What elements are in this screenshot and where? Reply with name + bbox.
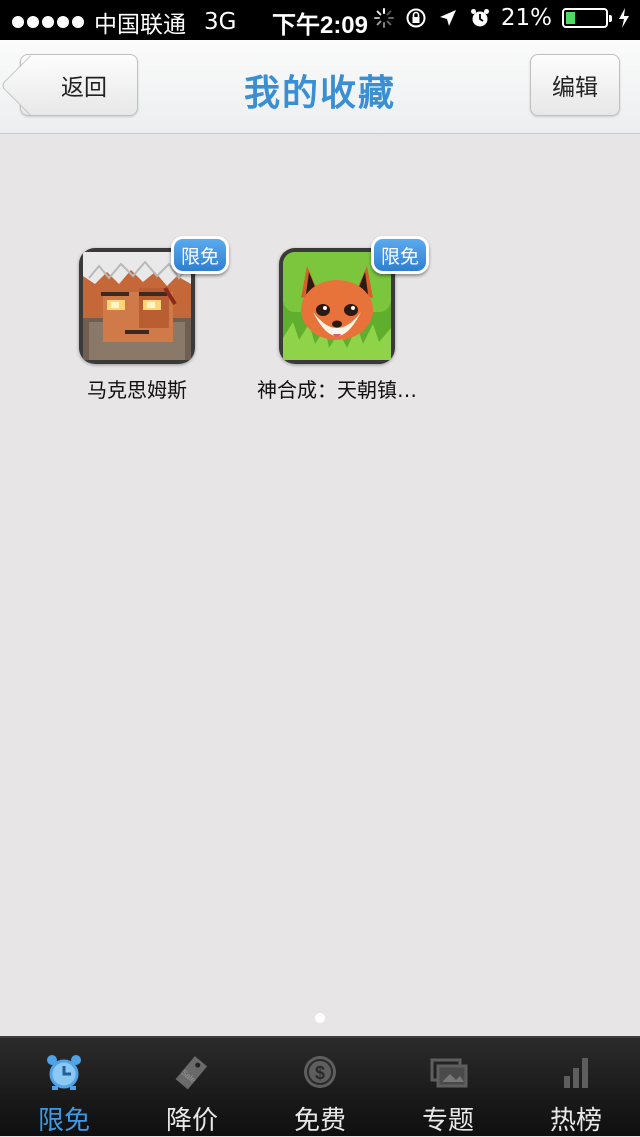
- battery-percent: 21%: [500, 5, 552, 31]
- alarm-icon: [470, 9, 489, 27]
- tab-bar: 限免 Sale 降价 $ 免费 专题 热榜: [0, 1036, 640, 1136]
- back-button-label: 返回: [61, 75, 107, 101]
- free-limited-badge: 限免: [171, 236, 229, 274]
- battery-icon: [562, 8, 612, 28]
- alarm-clock-icon: [47, 1055, 81, 1090]
- navigation-bar: 返回 我的收藏 编辑: [0, 40, 640, 134]
- activity-spinner-icon: [373, 8, 394, 28]
- free-limited-badge: 限免: [371, 236, 429, 274]
- charging-bolt-icon: [619, 8, 629, 28]
- tab-label: 免费: [293, 1106, 346, 1136]
- tab-label: 限免: [37, 1106, 90, 1136]
- topics-icon: [430, 1058, 468, 1088]
- tab-topics[interactable]: 专题: [384, 1038, 512, 1136]
- status-bar: 中国联通 3G 下午2:09 21%: [0, 0, 640, 40]
- app-name: 神合成：天朝镇…: [257, 378, 417, 402]
- sale-tag-icon: Sale: [175, 1056, 208, 1090]
- rotation-lock-icon: [406, 8, 426, 28]
- bar-chart-icon: [564, 1058, 588, 1088]
- tab-label: 降价: [165, 1106, 218, 1136]
- dollar-coin-icon: $: [304, 1056, 336, 1088]
- page-indicator-dot: [315, 1013, 325, 1023]
- tab-price-drop[interactable]: Sale 降价: [128, 1038, 256, 1136]
- app-name: 马克思姆斯: [87, 378, 187, 402]
- svg-text:$: $: [315, 1063, 325, 1083]
- tab-label: 热榜: [549, 1106, 602, 1136]
- location-arrow-icon: [439, 10, 456, 26]
- tab-label: 专题: [421, 1106, 474, 1136]
- edit-button-label: 编辑: [552, 75, 598, 101]
- edit-button[interactable]: 编辑: [530, 54, 620, 116]
- favorite-app-item[interactable]: 限免 神合成：天朝镇…: [237, 236, 437, 403]
- tab-free[interactable]: $ 免费: [256, 1038, 384, 1136]
- tab-hot-list[interactable]: 热榜: [512, 1038, 640, 1136]
- tab-limited-free[interactable]: 限免: [0, 1038, 128, 1136]
- favorite-app-item[interactable]: 限免 马克思姆斯: [37, 236, 237, 403]
